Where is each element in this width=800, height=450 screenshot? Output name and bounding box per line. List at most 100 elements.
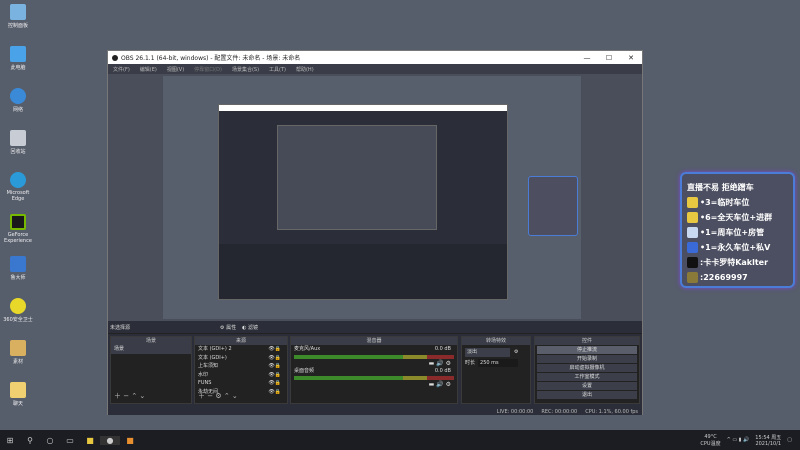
- no-source-label: 未选择源: [110, 324, 131, 331]
- duration-input[interactable]: 250 ms: [478, 358, 519, 367]
- source-tools[interactable]: ＋ − ⚙ ⌃ ⌄: [198, 391, 238, 401]
- source-label: 文本 (GDI+): [198, 354, 227, 361]
- eye-lock-icon[interactable]: 👁🔒: [268, 388, 281, 397]
- menu-docks[interactable]: 停靠窗口(D): [194, 66, 222, 73]
- eye-lock-icon[interactable]: 👁🔒: [268, 371, 281, 380]
- overlay-text: :22669997: [700, 273, 748, 282]
- overlay-text: •1=周车位+房管: [700, 228, 765, 237]
- mixer-channel-label: 麦克风/Aux 0.0 dB: [291, 345, 457, 354]
- eye-lock-icon[interactable]: 👁🔒: [268, 354, 281, 363]
- desktop-icon-360[interactable]: 360安全卫士: [2, 298, 34, 323]
- channel-db: 0.0 dB: [434, 346, 451, 352]
- obs-window: OBS 26.1.1 (64-bit, windows) - 配置文件: 未命名…: [107, 50, 643, 415]
- menu-scene-collection[interactable]: 场景集合(S): [232, 66, 259, 73]
- desktop-icon-geforce[interactable]: GeForce Experience: [2, 214, 34, 244]
- desktop-icon-network[interactable]: 网络: [2, 88, 34, 113]
- properties-button[interactable]: ⚙ 属性: [220, 324, 236, 331]
- mixer-title: 混音器: [291, 337, 457, 345]
- tray-icons[interactable]: ^ ▭ ▮ 🔊: [727, 437, 750, 443]
- filters-button[interactable]: ◐ 滤镜: [242, 324, 258, 331]
- cpu-status: CPU: 1.1%, 60.00 fps: [585, 409, 638, 415]
- settings-button[interactable]: 设置: [537, 382, 637, 390]
- volume-controls[interactable]: ▬ 🔊 ⚙: [291, 381, 457, 388]
- source-label: FUNS: [198, 380, 212, 386]
- icon-label: GeForce Experience: [4, 232, 32, 244]
- desktop-icon-edge[interactable]: Microsoft Edge: [2, 172, 34, 202]
- menu-bar: 文件(F) 编辑(E) 视图(V) 停靠窗口(D) 场景集合(S) 工具(T) 帮助(H): [108, 64, 642, 74]
- taskbar-obs-icon[interactable]: ●: [100, 435, 120, 445]
- title-bar: OBS 26.1.1 (64-bit, windows) - 配置文件: 未命名…: [108, 51, 642, 64]
- tiktok-icon: [687, 257, 698, 268]
- overlay-line: •1=永久车位+私V: [687, 240, 788, 255]
- volume-meter: [294, 376, 454, 380]
- exit-button[interactable]: 退出: [537, 391, 637, 399]
- overlay-text: •3=临时车位: [700, 198, 750, 207]
- virtual-camera-button[interactable]: 启动虚拟摄像机: [537, 364, 637, 372]
- start-recording-button[interactable]: 开始录制: [537, 355, 637, 363]
- desktop-icon-recycle-bin[interactable]: 回收站: [2, 130, 34, 155]
- source-item[interactable]: FUNS 👁🔒: [195, 379, 287, 388]
- icon-label: 此电脑: [10, 65, 26, 71]
- channel-name: 麦克风/Aux: [294, 346, 321, 352]
- source-item[interactable]: 水印 👁🔒: [195, 371, 287, 380]
- overlay-line: •6=全天车位+进群: [687, 210, 788, 225]
- channel-db: 0.0 dB: [434, 367, 451, 374]
- menu-view[interactable]: 视图(V): [167, 66, 184, 73]
- transition-select[interactable]: 淡出: [465, 348, 510, 357]
- overlay-line: :卡卡罗特Kaklter: [687, 255, 788, 270]
- source-item[interactable]: 文本 (GDI+) 2 👁🔒: [195, 345, 287, 354]
- stream-overlay-panel: 直播不易 拒绝蹭车 •3=临时车位 •6=全天车位+进群 •1=周车位+房管 •…: [680, 172, 795, 288]
- mixer-channel-label: 桌面音频 0.0 dB: [291, 367, 457, 376]
- scene-tools[interactable]: ＋ − ⌃ ⌄: [114, 391, 145, 401]
- stop-streaming-button[interactable]: 停止推流: [537, 346, 637, 354]
- icon-label: 素材: [12, 359, 23, 365]
- temp-value: 49°C: [704, 433, 717, 440]
- menu-file[interactable]: 文件(F): [113, 66, 130, 73]
- overlay-line: •1=周车位+房管: [687, 225, 788, 240]
- rec-status: REC: 00:00:00: [541, 409, 578, 415]
- controls-title: 控件: [535, 337, 639, 345]
- studio-mode-button[interactable]: 工作室模式: [537, 373, 637, 381]
- source-item[interactable]: 上车须知 👁🔒: [195, 362, 287, 371]
- icon-label: Microsoft Edge: [6, 190, 30, 202]
- source-toolbar: 未选择源 ⚙ 属性 ◐ 滤镜: [108, 321, 642, 334]
- cortana-icon[interactable]: ○: [40, 436, 60, 445]
- menu-tools[interactable]: 工具(T): [269, 66, 286, 73]
- nested-overlay-panel: [528, 176, 578, 236]
- cpu-temp: 49°C CPU温度: [700, 434, 720, 447]
- search-icon[interactable]: ⚲: [20, 436, 40, 445]
- channel-name: 桌面音频: [294, 367, 315, 374]
- desktop-icon-control-panel[interactable]: 控制面板: [2, 4, 34, 29]
- taskbar-app-icon[interactable]: ■: [120, 436, 140, 445]
- eye-lock-icon[interactable]: 👁🔒: [268, 379, 281, 388]
- transitions-dock: 转场特效 淡出 ⚙ 时长 250 ms: [461, 336, 531, 404]
- notification-icon[interactable]: ▢: [787, 437, 792, 443]
- duration-label: 时长: [465, 359, 476, 366]
- desktop-icon-ludashi[interactable]: 鲁大师: [2, 256, 34, 281]
- preview-area[interactable]: [108, 74, 642, 321]
- clock[interactable]: 15:54 周五 2021/10/1: [755, 434, 781, 447]
- plane-icon: [687, 227, 698, 238]
- desktop-icon-folder-chat[interactable]: 聊天: [2, 382, 34, 407]
- menu-help[interactable]: 帮助(H): [296, 66, 314, 73]
- icon-label: 鲁大师: [10, 275, 26, 281]
- eye-lock-icon[interactable]: 👁🔒: [268, 362, 281, 371]
- minimize-button[interactable]: —: [576, 54, 598, 62]
- source-item[interactable]: 文本 (GDI+) 👁🔒: [195, 354, 287, 363]
- eye-lock-icon[interactable]: 👁🔒: [268, 345, 281, 354]
- system-tray: 49°C CPU温度 ^ ▭ ▮ 🔊 15:54 周五 2021/10/1 ▢: [700, 434, 800, 447]
- gear-icon[interactable]: ⚙: [514, 348, 518, 357]
- maximize-button[interactable]: ☐: [598, 54, 620, 62]
- desktop-icon-this-pc[interactable]: 此电脑: [2, 46, 34, 71]
- icon-label: 回收站: [10, 149, 26, 155]
- overlay-text: :卡卡罗特Kaklter: [700, 258, 769, 267]
- volume-controls[interactable]: ▬ 🔊 ⚙: [291, 360, 457, 367]
- taskbar-app-icon[interactable]: ■: [80, 436, 100, 445]
- task-view-icon[interactable]: ▭: [60, 436, 80, 445]
- close-button[interactable]: ✕: [620, 54, 642, 62]
- source-label: 水印: [198, 371, 209, 378]
- start-button[interactable]: ⊞: [0, 436, 20, 445]
- desktop-icon-folder-sucai[interactable]: 素材: [2, 340, 34, 365]
- scene-item[interactable]: 场景: [111, 345, 191, 354]
- menu-edit[interactable]: 编辑(E): [140, 66, 157, 73]
